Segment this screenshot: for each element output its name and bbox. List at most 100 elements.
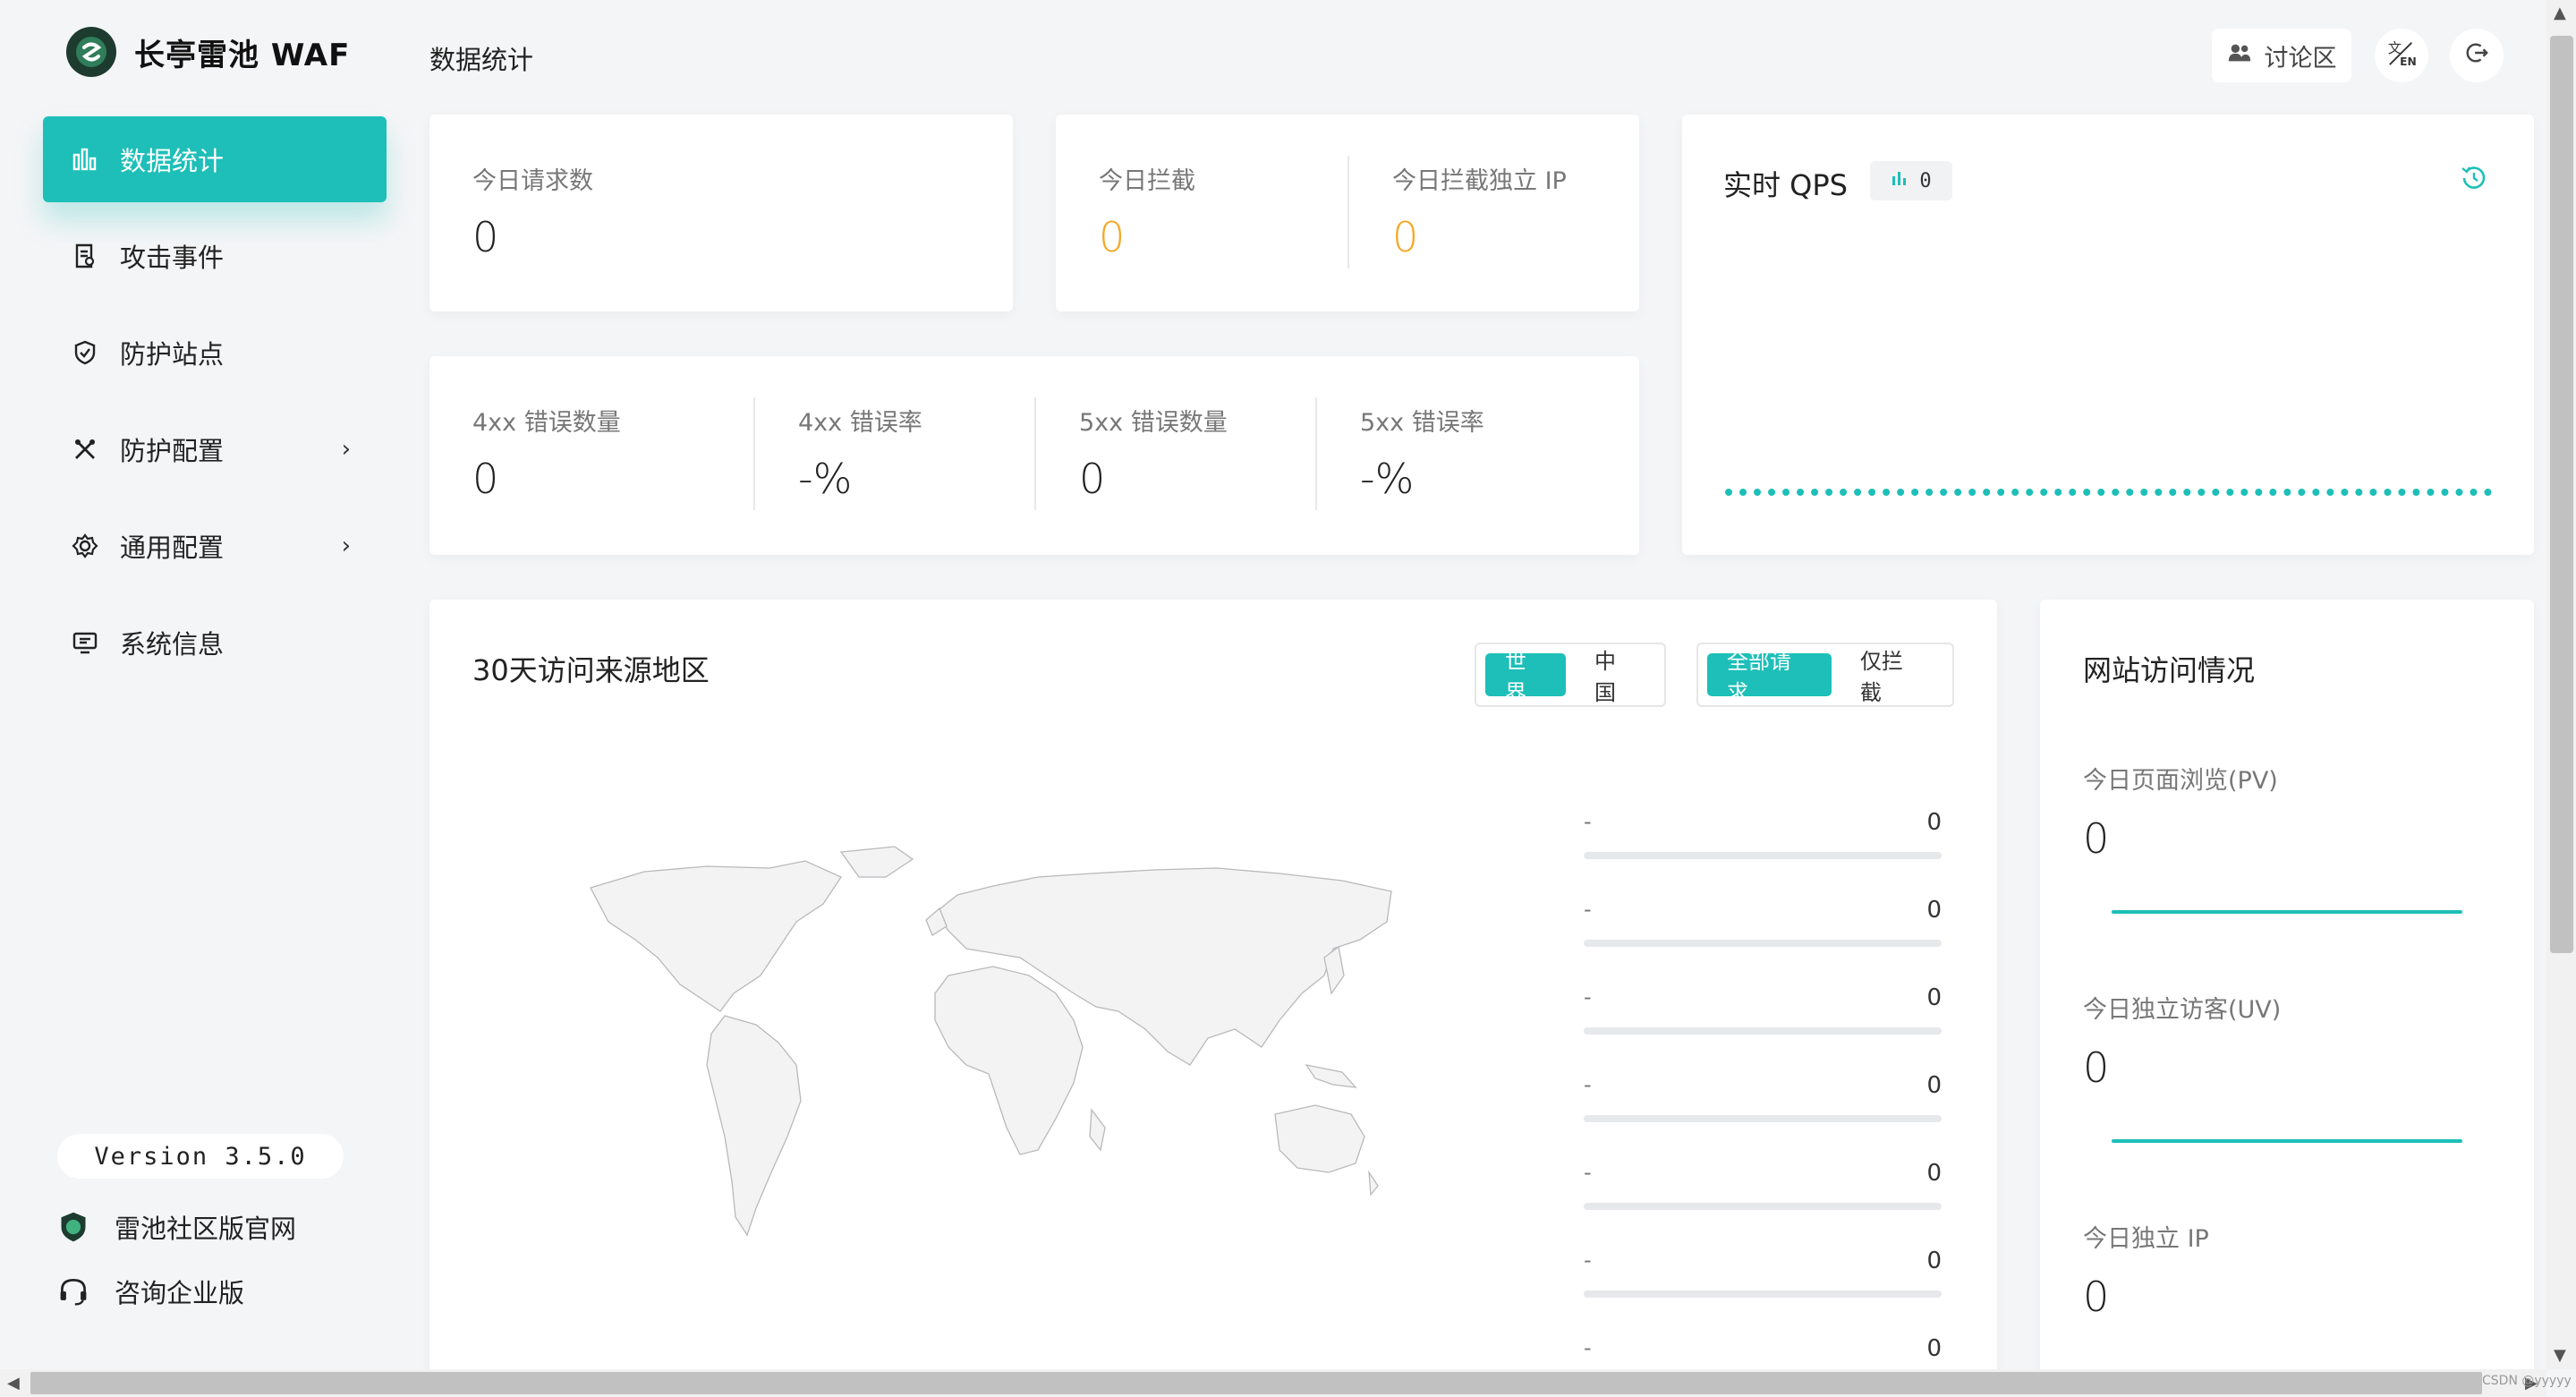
err4xx-rate-label: 4xx 错误率: [798, 409, 922, 437]
world-map[interactable]: [573, 841, 1396, 1271]
region-bar: [1584, 940, 1942, 947]
divider: [753, 397, 755, 510]
today-blocked-card: 今日拦截 0 今日拦截独立 IP 0: [1056, 115, 1639, 311]
logout-icon: [2464, 40, 2489, 72]
region-bar: [1584, 1115, 1942, 1122]
qps-badge: 0: [1870, 161, 1952, 200]
region-bar: [1584, 852, 1942, 859]
tab-all-requests[interactable]: 全部请求: [1707, 649, 1832, 705]
sidebar-item-label: 通用配置: [120, 532, 225, 563]
region-count: 0: [1926, 809, 1942, 836]
list-item: - 0: [1584, 897, 1942, 950]
forum-button[interactable]: 讨论区: [2212, 29, 2351, 82]
community-site-link[interactable]: 雷池社区版官网: [55, 1208, 296, 1246]
sidebar-item-label: 攻击事件: [120, 243, 225, 273]
today-requests-label: 今日请求数: [472, 167, 593, 195]
tab-china[interactable]: 中国: [1575, 649, 1655, 705]
uv-value: 0: [2083, 1043, 2110, 1092]
forum-label: 讨论区: [2264, 44, 2337, 72]
scroll-down-icon[interactable]: ▼: [2554, 1346, 2566, 1365]
enterprise-consult-label: 咨询企业版: [115, 1278, 245, 1308]
users-icon: [2227, 40, 2252, 72]
sidebar-item-label: 数据统计: [120, 146, 225, 176]
sidebar-item-stats[interactable]: 数据统计: [43, 116, 387, 202]
list-item: - 0: [1584, 1072, 1942, 1126]
list-item: - 0: [1584, 984, 1942, 1038]
today-blocked-value: 0: [1099, 213, 1126, 261]
app-name: 长亭雷池 WAF: [134, 37, 351, 73]
language-icon: 文 EN: [2386, 38, 2417, 74]
region-count: 0: [1926, 897, 1942, 924]
uv-label: 今日独立访客(UV): [2083, 996, 2282, 1024]
version-badge: Version 3.5.0: [57, 1134, 344, 1179]
qps-title: 实时 QPS: [1723, 168, 1848, 202]
enterprise-consult-link[interactable]: 咨询企业版: [55, 1273, 244, 1310]
region-count: 0: [1926, 984, 1942, 1011]
qps-value: 0: [1919, 169, 1932, 192]
today-blocked-ip-label: 今日拦截独立 IP: [1392, 167, 1567, 195]
svg-text:EN: EN: [2400, 55, 2417, 68]
document-icon: [70, 241, 100, 271]
region-name: -: [1584, 809, 1592, 834]
tools-icon: [70, 434, 100, 464]
geo-title: 30天访问来源地区: [472, 653, 710, 687]
err4xx-rate-value: -%: [798, 455, 853, 503]
sidebar-item-system-info[interactable]: 系统信息: [43, 600, 387, 686]
sidebar-item-protected-sites[interactable]: 防护站点: [43, 310, 387, 396]
visits-title: 网站访问情况: [2083, 653, 2256, 687]
pv-trend-line: [2112, 910, 2462, 914]
safeline-logo-icon: [66, 27, 116, 77]
refresh-history-icon[interactable]: [2459, 163, 2489, 197]
region-name: -: [1584, 1072, 1592, 1097]
region-switch: 世界 中国: [1475, 643, 1666, 707]
sidebar-item-general-config[interactable]: 通用配置 ›: [43, 503, 387, 589]
region-name: -: [1584, 1160, 1592, 1185]
vertical-scrollbar-thumb[interactable]: [2550, 36, 2573, 953]
list-item: - 0: [1584, 1248, 1942, 1301]
region-count: 0: [1926, 1335, 1942, 1362]
bar-chart-icon: [70, 144, 100, 175]
err5xx-rate-label: 5xx 错误率: [1360, 409, 1484, 437]
region-name: -: [1584, 984, 1592, 1009]
shield-logo-icon: [55, 1209, 91, 1245]
sidebar-item-label: 系统信息: [120, 629, 225, 660]
region-count: 0: [1926, 1248, 1942, 1274]
page-title: 数据统计: [429, 45, 534, 75]
sidebar-item-protection-config[interactable]: 防护配置 ›: [43, 406, 387, 492]
ip-value: 0: [2083, 1273, 2110, 1321]
bar-chart-icon: [1891, 169, 1909, 192]
scroll-up-icon[interactable]: ▲: [2554, 4, 2566, 22]
horizontal-scrollbar-thumb[interactable]: [30, 1372, 2482, 1394]
pv-label: 今日页面浏览(PV): [2083, 767, 2278, 795]
request-filter-switch: 全部请求 仅拦截: [1696, 643, 1954, 707]
sidebar-item-label: 防护配置: [120, 436, 225, 466]
logout-button[interactable]: [2450, 29, 2504, 82]
divider: [1348, 156, 1349, 268]
ip-label: 今日独立 IP: [2083, 1225, 2209, 1253]
today-requests-card: 今日请求数 0: [429, 115, 1013, 311]
divider: [1034, 397, 1036, 510]
today-blocked-label: 今日拦截: [1099, 167, 1195, 195]
region-count: 0: [1926, 1072, 1942, 1099]
app-logo[interactable]: 长亭雷池 WAF: [66, 27, 350, 77]
chevron-right-icon: ›: [341, 532, 351, 559]
gear-icon: [70, 531, 100, 561]
err5xx-rate-value: -%: [1360, 455, 1415, 503]
region-bar: [1584, 1027, 1942, 1035]
community-site-label: 雷池社区版官网: [115, 1214, 297, 1244]
language-toggle-button[interactable]: 文 EN: [2375, 29, 2428, 82]
chevron-right-icon: ›: [341, 436, 351, 463]
list-item: - 0: [1584, 809, 1942, 863]
err4xx-count-label: 4xx 错误数量: [472, 409, 621, 437]
region-bar: [1584, 1203, 1942, 1210]
region-bar: [1584, 1291, 1942, 1298]
err4xx-count-value: 0: [472, 455, 499, 503]
error-stats-card: 4xx 错误数量 0 4xx 错误率 -% 5xx 错误数量 0 5xx 错误率…: [429, 356, 1639, 555]
sidebar-item-attack-events[interactable]: 攻击事件: [43, 213, 387, 299]
watermark: CSDN @yyyyy: [2482, 1374, 2572, 1388]
tab-world[interactable]: 世界: [1485, 649, 1566, 705]
region-name: -: [1584, 1335, 1592, 1360]
today-requests-value: 0: [472, 213, 499, 261]
tab-blocked-only[interactable]: 仅拦截: [1841, 649, 1943, 705]
scroll-left-icon[interactable]: ◀: [7, 1374, 20, 1393]
